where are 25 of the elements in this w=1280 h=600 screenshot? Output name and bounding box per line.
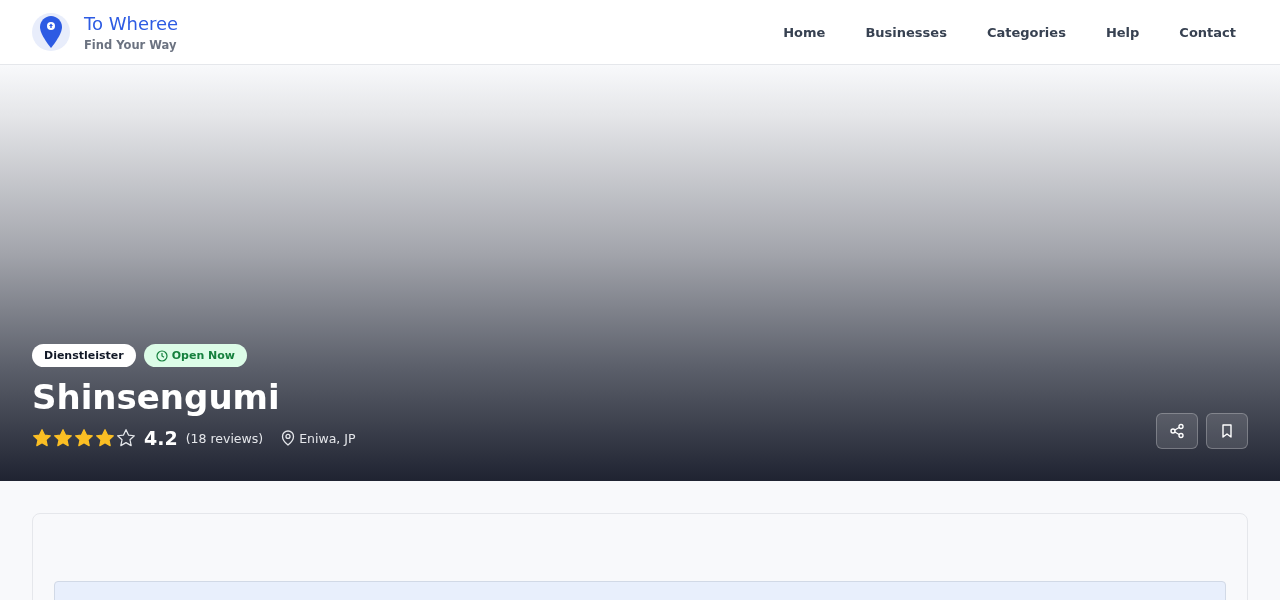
brand-name[interactable]: To Wheree [84,12,179,36]
star-icon [53,428,73,448]
category-badge: Dienstleister [32,344,136,367]
nav-link[interactable]: Contact [1179,24,1236,40]
share-icon [1169,423,1185,439]
nav-link[interactable]: Categories [986,24,1066,40]
bookmark-button[interactable] [1206,413,1248,449]
star-icon [95,428,115,448]
location-text: Eniwa, JP [299,430,356,446]
bookmark-icon [1219,423,1235,439]
business-name: Shinsengumi [32,376,281,419]
nav-link[interactable]: Home [783,24,826,40]
rating-value: 4.2 [144,427,178,449]
brand-tagline: Find Your Way [84,38,178,52]
status-badge: Open Now [143,344,247,367]
map-pin-logo-icon[interactable] [32,13,70,51]
location-pin-icon [281,430,296,446]
nav-link[interactable]: Help [1105,24,1140,40]
review-count: (18 reviews) [185,430,264,446]
clock-icon [155,349,168,362]
star-icon [32,428,52,448]
star-icon [74,428,94,448]
nav-link[interactable]: Businesses [865,24,947,40]
share-button[interactable] [1156,413,1198,449]
star-icon [116,428,136,448]
